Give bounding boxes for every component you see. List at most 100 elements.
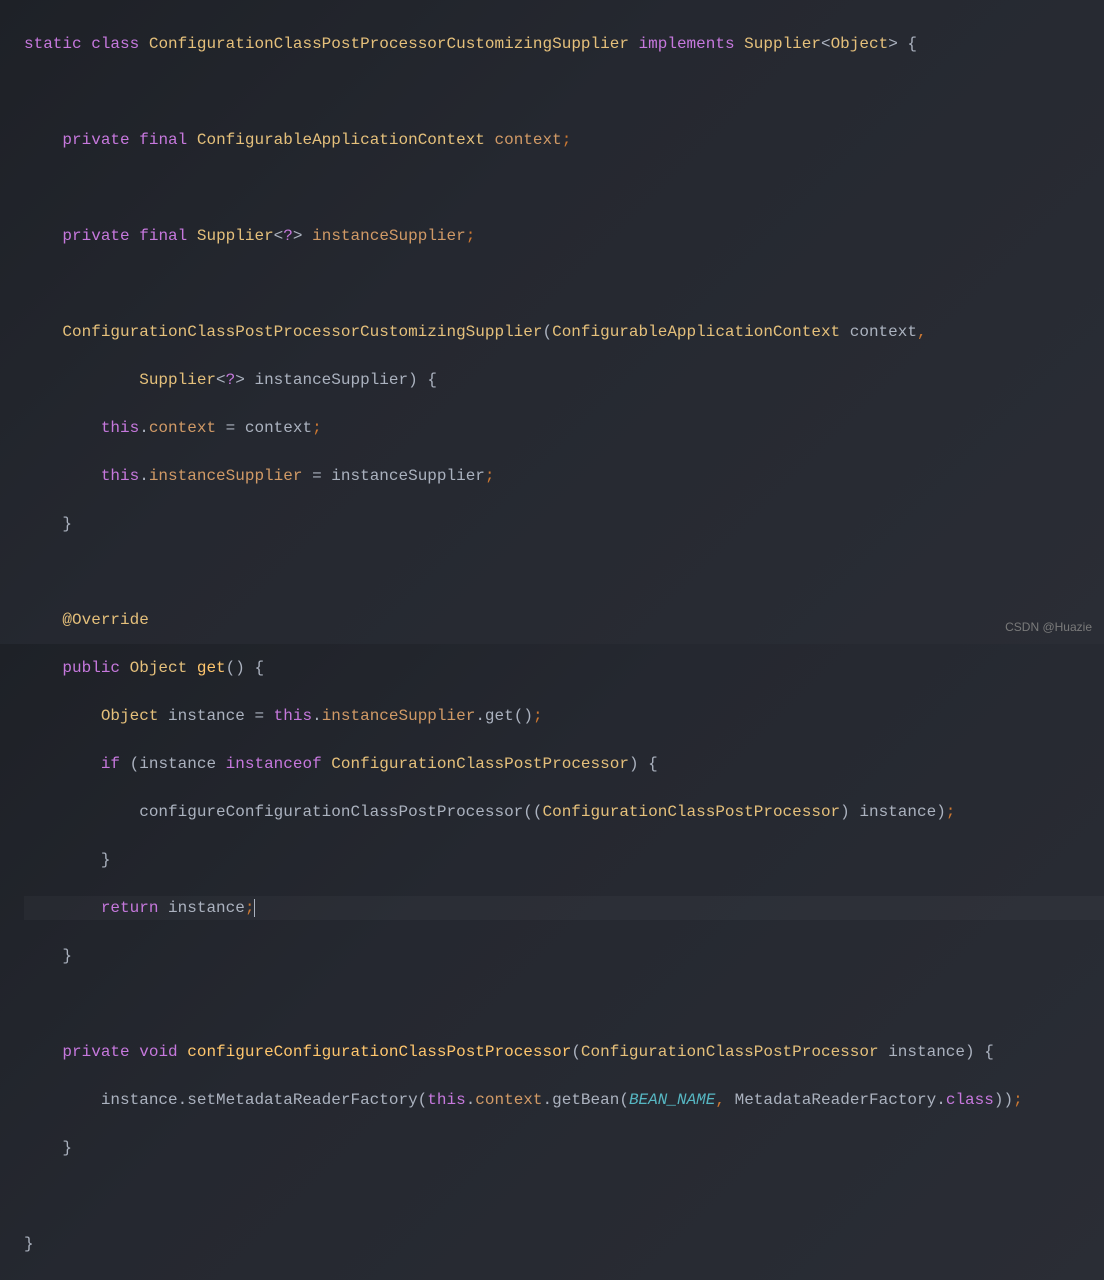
code-line xyxy=(24,1184,1104,1208)
code-line xyxy=(24,992,1104,1016)
watermark-text: CSDN @Huazie xyxy=(1005,618,1092,636)
keyword-class: class xyxy=(946,1091,994,1109)
dot: . xyxy=(543,1091,553,1109)
constructor-name: ConfigurationClassPostProcessorCustomizi… xyxy=(62,323,542,341)
semicolon: ; xyxy=(533,707,543,725)
brace-close: } xyxy=(62,1139,72,1157)
paren-close: ) xyxy=(408,371,418,389)
var-ref: instance xyxy=(139,755,216,773)
semicolon: ; xyxy=(245,899,255,917)
keyword-private: private xyxy=(62,131,129,149)
param-type: ConfigurationClassPostProcessor xyxy=(581,1043,879,1061)
keyword-private: private xyxy=(62,227,129,245)
comma: , xyxy=(715,1091,725,1109)
code-line: this.context = context; xyxy=(24,416,1104,440)
code-line-active: return instance; xyxy=(24,896,1104,920)
paren-open: ( xyxy=(130,755,140,773)
code-line: ConfigurationClassPostProcessorCustomizi… xyxy=(24,320,1104,344)
paren-close: ) xyxy=(523,707,533,725)
code-line: this.instanceSupplier = instanceSupplier… xyxy=(24,464,1104,488)
angle-close: > xyxy=(235,371,245,389)
field-name: context xyxy=(495,131,562,149)
keyword-static: static xyxy=(24,35,82,53)
param-name: instanceSupplier xyxy=(254,371,408,389)
keyword-this: this xyxy=(101,419,139,437)
paren-open: ( xyxy=(418,1091,428,1109)
dot: . xyxy=(139,419,149,437)
angle-open: < xyxy=(821,35,831,53)
brace-close: } xyxy=(62,515,72,533)
code-line xyxy=(24,176,1104,200)
dot: . xyxy=(312,707,322,725)
method-call: get xyxy=(485,707,514,725)
code-line: static class ConfigurationClassPostProce… xyxy=(24,32,1104,56)
code-line xyxy=(24,80,1104,104)
method-call: setMetadataReaderFactory xyxy=(187,1091,417,1109)
keyword-implements: implements xyxy=(639,35,735,53)
code-line xyxy=(24,272,1104,296)
semicolon: ; xyxy=(946,803,956,821)
assign-op: = xyxy=(254,707,264,725)
paren-close: ) xyxy=(936,803,946,821)
paren-open: ( xyxy=(533,803,543,821)
code-line: } xyxy=(24,848,1104,872)
constant: BEAN_NAME xyxy=(629,1091,715,1109)
code-line: private final ConfigurableApplicationCon… xyxy=(24,128,1104,152)
brace-open: { xyxy=(648,755,658,773)
code-line: configureConfigurationClassPostProcessor… xyxy=(24,800,1104,824)
code-line: private void configureConfigurationClass… xyxy=(24,1040,1104,1064)
dot: . xyxy=(936,1091,946,1109)
var-ref: instance xyxy=(859,803,936,821)
code-line: Object instance = this.instanceSupplier.… xyxy=(24,704,1104,728)
dot: . xyxy=(475,707,485,725)
paren-open: ( xyxy=(523,803,533,821)
field-name: instanceSupplier xyxy=(312,227,466,245)
field-ref: context xyxy=(475,1091,542,1109)
type-supplier: Supplier xyxy=(744,35,821,53)
field-ref: context xyxy=(149,419,216,437)
var-type: Object xyxy=(101,707,159,725)
method-call: configureConfigurationClassPostProcessor xyxy=(139,803,523,821)
keyword-this: this xyxy=(101,467,139,485)
keyword-private: private xyxy=(62,1043,129,1061)
code-line: if (instance instanceof ConfigurationCla… xyxy=(24,752,1104,776)
type-check: ConfigurationClassPostProcessor xyxy=(331,755,629,773)
paren-open: ( xyxy=(619,1091,629,1109)
paren-close: ) xyxy=(235,659,245,677)
paren-close: ) xyxy=(965,1043,975,1061)
code-editor[interactable]: static class ConfigurationClassPostProce… xyxy=(0,8,1104,1280)
angle-open: < xyxy=(274,227,284,245)
semicolon: ; xyxy=(562,131,572,149)
angle-open: < xyxy=(216,371,226,389)
paren-open: ( xyxy=(542,323,552,341)
paren-open: ( xyxy=(226,659,236,677)
keyword-public: public xyxy=(62,659,120,677)
keyword-if: if xyxy=(101,755,120,773)
field-ref: instanceSupplier xyxy=(322,707,476,725)
code-line: instance.setMetadataReaderFactory(this.c… xyxy=(24,1088,1104,1112)
semicolon: ; xyxy=(312,419,322,437)
paren-close: ) xyxy=(1003,1091,1013,1109)
brace-open: { xyxy=(427,371,437,389)
method-call: getBean xyxy=(552,1091,619,1109)
param-type: ConfigurableApplicationContext xyxy=(552,323,840,341)
wildcard: ? xyxy=(226,371,236,389)
brace-open: { xyxy=(984,1043,994,1061)
type: Supplier xyxy=(197,227,274,245)
wildcard: ? xyxy=(283,227,293,245)
code-line: } xyxy=(24,944,1104,968)
keyword-instanceof: instanceof xyxy=(226,755,322,773)
method-name: configureConfigurationClassPostProcessor xyxy=(187,1043,571,1061)
semicolon: ; xyxy=(1013,1091,1023,1109)
keyword-final: final xyxy=(139,131,187,149)
field-ref: instanceSupplier xyxy=(149,467,303,485)
code-line: } xyxy=(24,1232,1104,1256)
keyword-return: return xyxy=(101,899,159,917)
paren-close: ) xyxy=(994,1091,1004,1109)
brace-open: { xyxy=(907,35,917,53)
code-line: private final Supplier<?> instanceSuppli… xyxy=(24,224,1104,248)
var-ref: instance xyxy=(168,899,245,917)
method-name: get xyxy=(197,659,226,677)
code-line: public Object get() { xyxy=(24,656,1104,680)
assign-op: = xyxy=(226,419,236,437)
